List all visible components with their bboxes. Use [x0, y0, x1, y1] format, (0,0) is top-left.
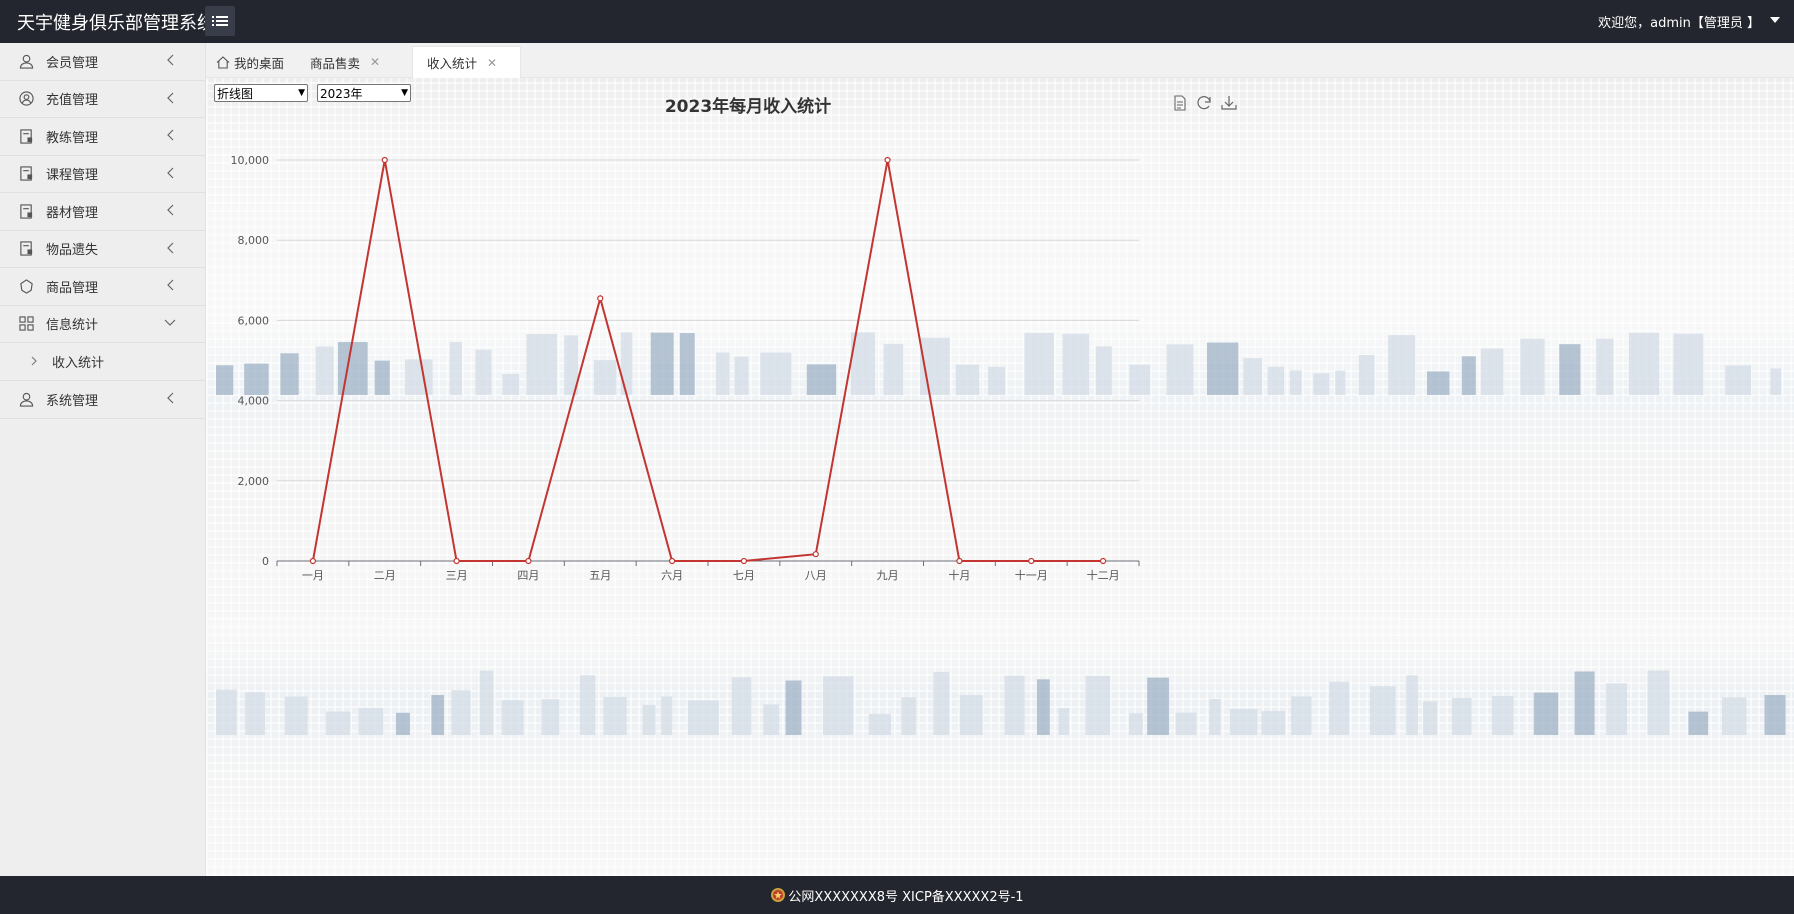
sidebar-item-lost-items[interactable]: 物品遗失: [0, 231, 205, 268]
sidebar-item-course[interactable]: 课程管理: [0, 156, 205, 193]
line-chart-svg: 0 2,000 4,000 6,000 8,000 10,000 一月 二月 三月 四月 五月 六月 七…: [231, 154, 1140, 582]
x-tick-label: 十月: [948, 568, 970, 582]
series-line: [311, 159, 1104, 562]
x-tick-label: 二月: [374, 569, 396, 582]
chevron-left-icon: [167, 242, 174, 253]
data-point: [956, 557, 963, 565]
data-point: [525, 557, 532, 565]
chevron-left-icon: [167, 54, 174, 66]
sidebar-item-label: 器材管理: [46, 205, 99, 221]
user-dropdown-caret-icon[interactable]: [1770, 17, 1780, 23]
tab-bar: 我的桌面 商品售卖 ✕ 收入统计 ✕: [206, 43, 1794, 78]
sidebar-item-member[interactable]: 会员管理: [0, 43, 205, 81]
chevron-left-icon: [167, 279, 174, 291]
close-icon[interactable]: ✕: [487, 56, 497, 70]
form-icon: [18, 241, 34, 257]
income-chart: 2023年每月收入统计 0 2,000 4,000 6,000 8,000 10,000 一…: [206, 78, 1794, 598]
chevron-down-icon: [164, 319, 176, 326]
tab-goods-sales[interactable]: 商品售卖 ✕: [310, 46, 400, 78]
sidebar-item-recharge[interactable]: 充值管理: [0, 81, 205, 118]
x-tick-label: 七月: [733, 569, 755, 582]
footer-license-text: 公网XXXXXXX8号 XICP备XXXXX2号-1: [788, 889, 1024, 905]
sidebar-item-label: 商品管理: [46, 280, 99, 296]
user-icon: [18, 53, 34, 69]
data-point: [812, 551, 819, 558]
sidebar-item-label: 充值管理: [46, 93, 99, 109]
skyline-decoration: [216, 670, 1786, 735]
sidebar-item-label: 系统管理: [46, 393, 99, 409]
x-tick-label: 十二月: [1087, 568, 1120, 582]
home-icon: [216, 55, 230, 69]
user-welcome-menu[interactable]: 欢迎您，admin【管理员 】: [1598, 12, 1760, 31]
data-point: [1028, 557, 1035, 565]
tab-income-stats[interactable]: 收入统计 ✕: [412, 46, 521, 78]
chevron-left-icon: [167, 129, 174, 141]
sidebar-item-label: 教练管理: [46, 130, 99, 146]
sidebar-item-coach[interactable]: 教练管理: [0, 118, 205, 156]
tab-label: 收入统计: [427, 56, 478, 71]
grid-icon: [18, 316, 34, 332]
data-point: [597, 295, 604, 302]
sidebar-nav: 会员管理 充值管理 教练管理 课程管理 器材管理 物品遗失 商品管理 信息统计: [0, 43, 206, 876]
footer: 公网XXXXXXX8号 XICP备XXXXX2号-1: [0, 876, 1794, 914]
chevron-right-icon: [31, 356, 37, 366]
user-circle-icon: [18, 91, 34, 107]
tab-label: 我的桌面: [234, 55, 285, 71]
data-point: [453, 557, 460, 565]
police-badge-icon: [771, 888, 786, 902]
chevron-left-icon: [167, 92, 174, 103]
y-tick-label: 2,000: [238, 475, 270, 488]
tab-label: 商品售卖: [310, 55, 361, 71]
y-tick-label: 8,000: [238, 234, 270, 247]
data-point: [740, 557, 748, 565]
form-icon: [18, 128, 34, 144]
sidebar-item-equipment[interactable]: 器材管理: [0, 193, 205, 231]
y-tick-label: 4,000: [238, 395, 270, 408]
sidebar-subitem-income-stats[interactable]: 收入统计: [0, 343, 205, 381]
sidebar-item-label: 信息统计: [46, 318, 99, 334]
sidebar-item-system[interactable]: 系统管理: [0, 381, 205, 419]
x-tick-label: 十一月: [1015, 568, 1048, 582]
chevron-left-icon: [167, 167, 174, 178]
y-tick-label: 0: [262, 555, 269, 568]
data-point: [309, 557, 317, 565]
sidebar-item-label: 课程管理: [46, 168, 99, 184]
close-icon[interactable]: ✕: [370, 55, 380, 69]
form-icon: [18, 166, 34, 182]
sidebar-subitem-label: 收入统计: [52, 356, 105, 371]
x-tick-label: 四月: [517, 569, 539, 582]
data-point: [1099, 557, 1107, 565]
data-point: [668, 557, 676, 565]
form-icon: [18, 203, 34, 219]
sidebar-item-label: 会员管理: [46, 55, 99, 71]
menu-toggle-button[interactable]: [205, 6, 235, 36]
y-tick-label: 6,000: [238, 314, 270, 327]
sidebar-item-goods[interactable]: 商品管理: [0, 268, 205, 306]
data-point: [884, 156, 891, 164]
user-icon: [18, 391, 34, 407]
app-title: 天宇健身俱乐部管理系统: [17, 13, 215, 34]
menu-list-icon: [212, 16, 228, 26]
main-content: 折线图 ▼ 2023年 ▼ 2023年每月收入统计 0 2,000 4,000 6,0…: [206, 78, 1794, 876]
sidebar-item-label: 物品遗失: [46, 243, 99, 259]
x-tick-label: 六月: [661, 569, 683, 582]
chevron-left-icon: [167, 392, 174, 404]
x-tick-label: 一月: [302, 569, 324, 582]
x-tick-label: 三月: [446, 569, 468, 582]
tab-home[interactable]: 我的桌面: [216, 46, 296, 78]
release-icon: [18, 278, 34, 294]
y-tick-label: 10,000: [231, 154, 270, 167]
x-tick-label: 八月: [805, 569, 827, 582]
sidebar-item-statistics[interactable]: 信息统计: [0, 306, 205, 343]
x-tick-label: 五月: [589, 569, 611, 582]
top-header: 天宇健身俱乐部管理系统 欢迎您，admin【管理员 】: [0, 0, 1794, 43]
data-point: [381, 156, 388, 164]
chevron-left-icon: [167, 204, 174, 216]
x-tick-label: 九月: [877, 569, 899, 582]
